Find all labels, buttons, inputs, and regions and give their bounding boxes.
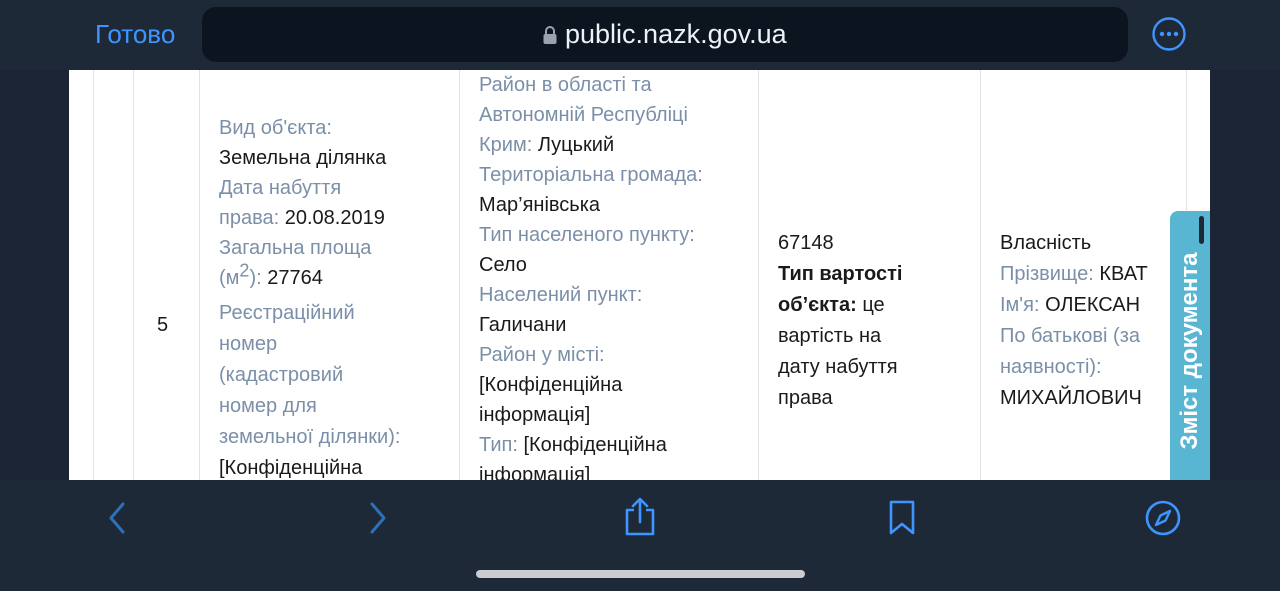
registration-label-3: (кадастровий: [219, 364, 344, 386]
forward-icon[interactable]: [364, 500, 392, 536]
table-divider: [980, 70, 981, 480]
bookmarks-icon[interactable]: [886, 498, 918, 538]
total-area-label: Загальна площа: [219, 237, 372, 259]
community-value: Мар’янівська: [479, 194, 601, 216]
table-divider: [93, 70, 94, 480]
home-indicator[interactable]: [476, 570, 805, 578]
owner-cell: Власність Прізвище: КВАТ Ім'я: ОЛЕКСАН П…: [1000, 228, 1180, 414]
patronymic-label-2: наявності):: [1000, 356, 1102, 378]
scroll-handle[interactable]: [1199, 216, 1204, 244]
document-contents-tab[interactable]: Зміст документа: [1170, 211, 1210, 480]
settlement-type-label: Тип населеного пункту:: [479, 224, 695, 246]
acquisition-date-label: Дата набуття: [219, 177, 342, 199]
done-button[interactable]: Готово: [95, 19, 175, 50]
url-text: public.nazk.gov.ua: [565, 19, 787, 49]
surname-label: Прізвище:: [1000, 263, 1094, 285]
cost-type-label: Тип вартості: [778, 263, 903, 285]
community-label: Територіальна громада:: [479, 164, 703, 186]
district-label: Район в області та: [479, 74, 652, 96]
registration-label-5: земельної ділянки):: [219, 426, 401, 448]
locality-type-value: [Конфіденційна: [523, 434, 667, 456]
patronymic-value: МИХАЙЛОВИЧ: [1000, 387, 1142, 409]
area-unit-sup: 2: [239, 260, 250, 281]
declaration-table: 5 Вид об'єкта: Земельна ділянка Дата наб…: [69, 70, 1210, 480]
acquisition-date-value: 20.08.2019: [284, 207, 385, 229]
browser-top-bar: Готово public.nazk.gov.ua: [0, 0, 1280, 70]
settlement-type-value: Село: [479, 254, 527, 276]
registration-label-2: номер: [219, 333, 278, 355]
total-area-value: 27764: [267, 267, 323, 289]
more-options-icon[interactable]: [1151, 16, 1187, 52]
row-number: 5: [157, 314, 169, 336]
first-name-label: Ім'я:: [1000, 294, 1040, 316]
settlement-label: Населений пункт:: [479, 284, 643, 306]
settlement-value: Галичани: [479, 314, 567, 336]
city-district-value-2: інформація]: [479, 404, 591, 426]
ownership-type-value: Власність: [1000, 232, 1092, 254]
registration-label-4: номер для: [219, 395, 317, 417]
cost-type-value-2: вартість на: [778, 325, 882, 347]
compass-icon[interactable]: [1144, 499, 1182, 537]
cost-value: 67148: [778, 232, 834, 254]
city-district-label: Район у місті:: [479, 344, 605, 366]
location-cell: Район в області та Автономній Республіці…: [479, 70, 749, 480]
back-icon[interactable]: [103, 500, 131, 536]
table-divider: [199, 70, 200, 480]
cost-type-value-3: дату набуття: [778, 356, 898, 378]
registration-value: [Конфіденційна: [219, 457, 363, 479]
table-divider: [459, 70, 460, 480]
share-icon[interactable]: [622, 496, 658, 538]
object-type-label: Вид об'єкта:: [219, 117, 332, 139]
area-unit-open: (м: [219, 267, 240, 289]
object-type-value: Земельна ділянка: [219, 147, 387, 169]
first-name-value: ОЛЕКСАН: [1045, 294, 1141, 316]
city-district-value: [Конфіденційна: [479, 374, 623, 396]
table-divider: [133, 70, 134, 480]
district-value: Луцький: [537, 134, 615, 156]
lock-icon: [543, 26, 557, 44]
cost-type-label-2: об’єкта:: [778, 294, 857, 316]
acquisition-date-label-cont: права:: [219, 207, 280, 229]
table-divider: [758, 70, 759, 480]
cost-type-value: це: [862, 294, 885, 316]
patronymic-label: По батькові (за: [1000, 325, 1140, 347]
district-label-2: Автономній Республіці: [479, 104, 688, 126]
locality-type-value-2: інформація]: [479, 464, 591, 480]
locality-type-label: Тип:: [479, 434, 518, 456]
district-label-3: Крим:: [479, 134, 533, 156]
cost-type-value-4: права: [778, 387, 833, 409]
object-cell: Вид об'єкта: Земельна ділянка Дата набут…: [219, 113, 449, 480]
cost-cell: 67148 Тип вартості об’єкта: це вартість …: [778, 228, 973, 414]
registration-label: Реєстраційний: [219, 302, 355, 324]
area-unit-close: ):: [249, 267, 262, 289]
surname-value: КВАТ: [1099, 263, 1148, 285]
document-contents-label: Зміст документа: [1176, 252, 1203, 450]
